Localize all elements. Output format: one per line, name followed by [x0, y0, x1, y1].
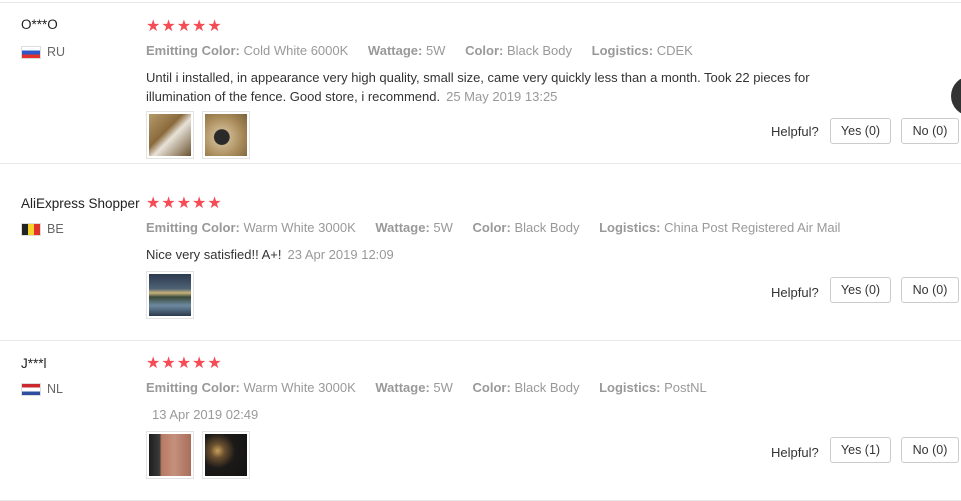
attr-label: Emitting Color:: [146, 380, 240, 395]
attr-label: Emitting Color:: [146, 43, 240, 58]
country-code: BE: [47, 222, 64, 236]
helpful-no-button[interactable]: No (0): [901, 437, 959, 463]
star-icon: ★: [146, 195, 161, 212]
star-icon: ★: [192, 18, 207, 35]
attr-label: Color:: [465, 43, 504, 58]
attr-value: Black Body: [514, 220, 580, 235]
review-text: 13 Apr 2019 02:49: [146, 405, 866, 424]
star-icon: ★: [207, 355, 222, 372]
star-icon: ★: [207, 195, 222, 212]
attr-emitting-color: Emitting Color: Cold White 6000K: [146, 43, 348, 58]
attr-label: Wattage:: [375, 380, 430, 395]
star-icon: ★: [192, 195, 207, 212]
review-text: Nice very satisfied!! A+! 23 Apr 2019 12:…: [146, 245, 866, 264]
attr-label: Color:: [472, 380, 511, 395]
star-icon: ★: [176, 195, 192, 212]
attr-value: 5W: [433, 380, 453, 395]
star-rating: ★ ★ ★ ★ ★: [146, 19, 222, 35]
star-icon: ★: [176, 355, 192, 372]
star-icon: ★: [146, 18, 161, 35]
helpful-yes-button[interactable]: Yes (1): [830, 437, 891, 463]
attr-value: PostNL: [664, 380, 707, 395]
attr-value: Warm White 3000K: [243, 380, 356, 395]
reviewer-country: RU: [21, 45, 65, 59]
attr-label: Logistics:: [599, 380, 661, 395]
helpful-label: Helpful?: [771, 445, 819, 460]
review-date: 13 Apr 2019 02:49: [152, 407, 259, 422]
attr-emitting-color: Emitting Color: Warm White 3000K: [146, 220, 356, 235]
product-attributes: Emitting Color: Warm White 3000K Wattage…: [146, 220, 856, 235]
reviewer-country: BE: [21, 222, 64, 236]
review-photo[interactable]: [202, 111, 250, 159]
helpful-label: Helpful?: [771, 124, 819, 139]
attr-value: 5W: [433, 220, 453, 235]
reviewer-name: J***l: [21, 356, 47, 371]
product-attributes: Emitting Color: Cold White 6000K Wattage…: [146, 43, 709, 58]
star-icon: ★: [207, 18, 222, 35]
review-text: Until i installed, in appearance very hi…: [146, 68, 866, 106]
country-code: RU: [47, 45, 66, 59]
star-icon: ★: [146, 355, 161, 372]
attr-color: Color: Black Body: [465, 43, 572, 58]
review-item: AliExpress Shopper BE ★ ★ ★ ★ ★ Emitting…: [0, 180, 961, 341]
reviewer-name: O***O: [21, 17, 58, 32]
review-item: J***l NL ★ ★ ★ ★ ★ Emitting Color: Warm …: [0, 340, 961, 501]
attr-value: CDEK: [656, 43, 693, 58]
product-attributes: Emitting Color: Warm White 3000K Wattage…: [146, 380, 723, 395]
helpful-no-button[interactable]: No (0): [901, 277, 959, 303]
attr-label: Wattage:: [375, 220, 430, 235]
review-photo[interactable]: [146, 111, 194, 159]
helpful-no-button[interactable]: No (0): [901, 118, 959, 144]
review-photo[interactable]: [202, 431, 250, 479]
review-photo[interactable]: [146, 431, 194, 479]
attr-label: Logistics:: [599, 220, 661, 235]
review-item: O***O RU ★ ★ ★ ★ ★ Emitting Color: Cold …: [0, 3, 961, 164]
attr-wattage: Wattage: 5W: [375, 380, 453, 395]
review-photos: [146, 111, 250, 159]
review-body: Nice very satisfied!! A+!: [146, 247, 282, 262]
attr-value: China Post Registered Air Mail: [664, 220, 841, 235]
attr-value: Warm White 3000K: [243, 220, 356, 235]
star-rating: ★ ★ ★ ★ ★: [146, 356, 222, 372]
star-icon: ★: [192, 355, 207, 372]
review-photos: [146, 431, 250, 479]
attr-value: Black Body: [514, 380, 580, 395]
star-icon: ★: [161, 355, 176, 372]
review-photo[interactable]: [146, 271, 194, 319]
attr-value: 5W: [425, 43, 446, 58]
reviewer-name: AliExpress Shopper: [21, 196, 140, 211]
review-date: 25 May 2019 13:25: [446, 89, 558, 104]
attr-emitting-color: Emitting Color: Warm White 3000K: [146, 380, 356, 395]
helpful-label: Helpful?: [771, 285, 819, 300]
attr-wattage: Wattage: 5W: [375, 220, 453, 235]
attr-label: Emitting Color:: [146, 220, 240, 235]
attr-label: Color:: [472, 220, 511, 235]
review-date: 23 Apr 2019 12:09: [287, 247, 394, 262]
country-code: NL: [47, 382, 63, 396]
helpful-yes-button[interactable]: Yes (0): [830, 118, 891, 144]
attr-value: Cold White 6000K: [243, 43, 349, 58]
attr-label: Wattage:: [367, 43, 423, 58]
attr-logistics: Logistics: China Post Registered Air Mai…: [599, 220, 840, 235]
helpful-yes-button[interactable]: Yes (0): [830, 277, 891, 303]
flag-ru-icon: [21, 45, 41, 59]
attr-logistics: Logistics: PostNL: [599, 380, 707, 395]
attr-label: Logistics:: [591, 43, 654, 58]
attr-wattage: Wattage: 5W: [368, 43, 446, 58]
attr-color: Color: Black Body: [473, 380, 580, 395]
attr-value: Black Body: [506, 43, 573, 58]
flag-nl-icon: [21, 382, 41, 396]
flag-be-icon: [21, 222, 41, 236]
star-icon: ★: [161, 18, 176, 35]
reviewer-country: NL: [21, 382, 63, 396]
attr-logistics: Logistics: CDEK: [592, 43, 693, 58]
star-icon: ★: [176, 18, 192, 35]
review-photos: [146, 271, 194, 319]
attr-color: Color: Black Body: [473, 220, 580, 235]
star-rating: ★ ★ ★ ★ ★: [146, 196, 222, 212]
star-icon: ★: [161, 195, 176, 212]
